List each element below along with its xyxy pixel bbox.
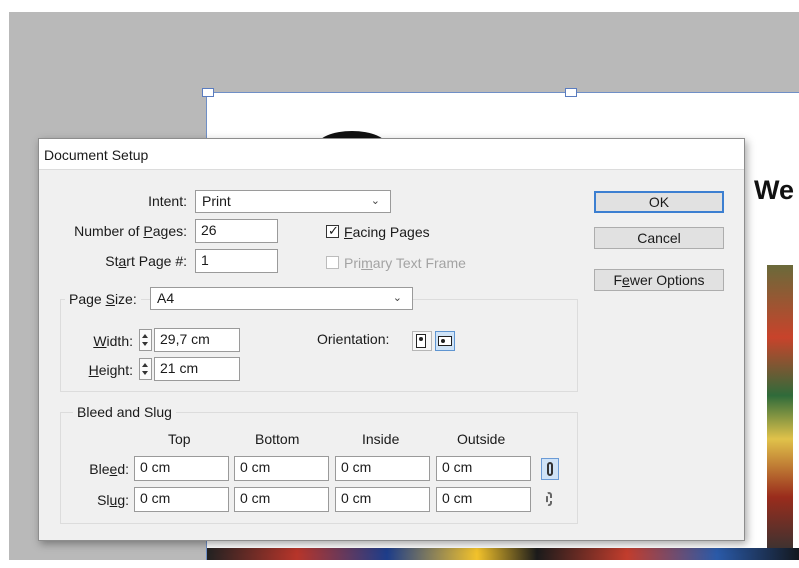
bleed-slug-title: Bleed and Slug [73, 403, 176, 421]
orientation-label: Orientation: [317, 331, 390, 347]
selection-handle-top-middle[interactable] [565, 88, 577, 97]
checkmark-icon: ✓ [328, 223, 339, 238]
bleed-label: Bleed: [89, 461, 129, 477]
selection-handle-top-left[interactable] [202, 88, 214, 97]
portrait-page-icon[interactable] [412, 331, 432, 351]
document-setup-dialog: Document Setup Intent: Print ⌄ Number of… [38, 138, 745, 541]
slug-inside-input[interactable]: 0 cm [335, 487, 430, 512]
stepper-down-icon [142, 371, 148, 375]
stepper-down-icon [142, 342, 148, 346]
slug-outside-input[interactable]: 0 cm [436, 487, 531, 512]
col-top-label: Top [168, 431, 191, 447]
height-stepper[interactable] [139, 358, 152, 380]
intent-select[interactable]: Print ⌄ [195, 190, 391, 213]
page-size-label: Page Size: [65, 289, 141, 309]
page-artwork-right [767, 265, 793, 555]
start-page-label: Start Page #: [105, 253, 187, 269]
primary-text-frame-label[interactable]: Primary Text Frame [344, 253, 466, 273]
page-artwork-bottom [207, 548, 799, 560]
chevron-down-icon: ⌄ [370, 195, 380, 207]
bleed-bottom-input[interactable]: 0 cm [234, 456, 329, 481]
slug-label: Slug: [97, 492, 129, 508]
bleed-outside-input[interactable]: 0 cm [436, 456, 531, 481]
col-outside-label: Outside [457, 431, 506, 447]
width-stepper[interactable] [139, 329, 152, 351]
slug-top-input[interactable]: 0 cm [134, 487, 229, 512]
width-input[interactable]: 29,7 cm [154, 328, 240, 352]
ok-button[interactable]: OK [594, 191, 724, 213]
cancel-button[interactable]: Cancel [594, 227, 724, 249]
intent-value: Print [202, 193, 231, 209]
chain-link-icon[interactable] [541, 458, 559, 480]
stepper-up-icon [142, 363, 148, 367]
pages-label: Number of Pages: [74, 223, 187, 239]
chevron-down-icon: ⌄ [392, 292, 402, 304]
primary-text-frame-checkbox[interactable] [326, 256, 339, 269]
height-label: Height: [88, 362, 133, 378]
width-label: Width: [93, 333, 133, 349]
height-input[interactable]: 21 cm [154, 357, 240, 381]
stepper-up-icon [142, 334, 148, 338]
slug-bottom-input[interactable]: 0 cm [234, 487, 329, 512]
bleed-top-input[interactable]: 0 cm [134, 456, 229, 481]
landscape-page-icon[interactable] [435, 331, 455, 351]
col-bottom-label: Bottom [255, 431, 300, 447]
page-heading-fragment: We [754, 175, 795, 205]
broken-chain-link-icon[interactable] [541, 489, 559, 511]
pages-input[interactable]: 26 [195, 219, 278, 243]
col-inside-label: Inside [362, 431, 400, 447]
bleed-inside-input[interactable]: 0 cm [335, 456, 430, 481]
start-page-input[interactable]: 1 [195, 249, 278, 273]
page-size-select[interactable]: A4 ⌄ [150, 287, 413, 310]
facing-pages-label[interactable]: Facing Pages [344, 222, 430, 242]
facing-pages-checkbox[interactable]: ✓ [326, 223, 339, 238]
intent-label: Intent: [148, 193, 187, 209]
page-size-value: A4 [157, 290, 175, 306]
fewer-options-button[interactable]: Fewer Options [594, 269, 724, 291]
dialog-title: Document Setup [39, 139, 744, 170]
